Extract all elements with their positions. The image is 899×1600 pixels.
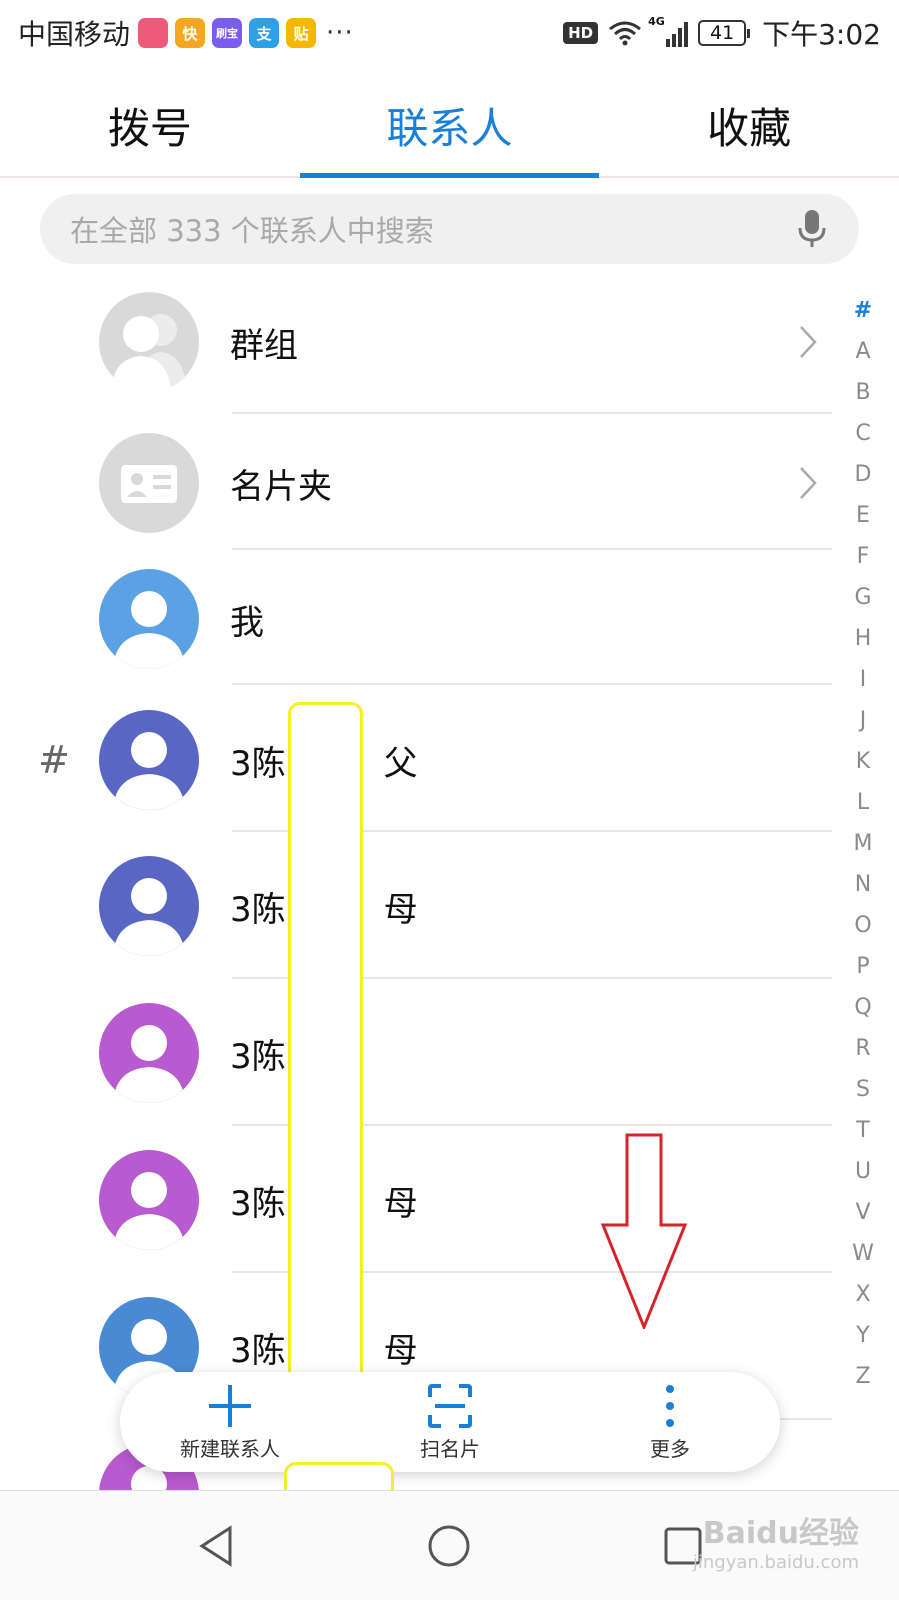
app-icon-1 [138,18,169,48]
index-letter[interactable]: P [856,946,869,987]
scan-card-label: 扫名片 [420,1436,480,1461]
index-letter[interactable]: K [856,741,870,782]
contact-name-prefix: 3陈 [230,1036,286,1077]
battery-icon: 41 [698,20,751,46]
status-bar: 中国移动 快 刷宝 支 贴 ··· HD 4G 41 下午3:02 [0,0,899,66]
plus-icon [209,1384,251,1427]
index-letter[interactable]: H [855,618,872,659]
notification-icons: 快 刷宝 支 贴 [138,18,317,48]
list-item-me[interactable]: 我 [0,549,830,689]
watermark: Baidu经验 [702,1516,859,1551]
section-header: # [38,738,70,782]
index-letter[interactable]: A [855,331,870,372]
index-letter[interactable]: O [854,905,871,946]
index-letter[interactable]: Y [856,1315,869,1356]
wifi-icon [609,21,642,46]
index-letter[interactable]: M [854,823,873,864]
more-label: 更多 [650,1436,690,1461]
index-letter[interactable]: V [855,1192,870,1233]
index-letter[interactable]: I [860,659,867,700]
index-letter[interactable]: Z [855,1356,870,1397]
index-letter[interactable]: U [855,1151,871,1192]
index-letter[interactable]: L [857,782,869,823]
bottom-toolbar: 新建联系人 扫名片 更多 [120,1372,780,1472]
app-icon-5: 贴 [286,18,317,48]
red-arrow-annotation [601,1133,687,1329]
contact-name-suffix: 父 [383,743,418,784]
contact-row[interactable]: 3陈 母 [0,833,830,979]
contact-row[interactable]: 3陈 [0,980,830,1126]
person-icon [99,1150,199,1250]
search-bar[interactable]: 在全部 333 个联系人中搜索 [40,194,859,264]
status-indicators: HD 4G 41 下午3:02 [563,13,881,53]
list-item-label: 群组 [230,325,298,366]
person-icon [99,1003,199,1103]
network-type: 4G [648,15,665,28]
chevron-right-icon [800,326,817,358]
tab-dialer[interactable]: 拨号 [0,74,300,176]
index-letter[interactable]: J [860,700,867,741]
chevron-right-icon [800,467,817,499]
contact-name: 我 [230,602,264,643]
new-contact-button[interactable]: 新建联系人 [120,1372,340,1472]
list-item-groups[interactable]: 群组 [0,272,830,412]
more-notifications-icon: ··· [326,18,354,48]
index-letter[interactable]: # [854,290,872,331]
index-letter[interactable]: F [857,536,870,577]
tab-bar: 拨号 联系人 收藏 [0,74,899,178]
index-letter[interactable]: X [855,1274,870,1315]
more-button[interactable]: 更多 [560,1372,780,1472]
carrier-name: 中国移动 [18,18,131,51]
index-letter[interactable]: Q [854,987,871,1028]
person-icon [99,569,199,669]
index-letter[interactable]: T [856,1110,869,1151]
index-letter[interactable]: R [855,1028,870,1069]
index-letter[interactable]: N [855,864,871,905]
contact-name-prefix: 3陈 [230,889,286,930]
index-letter[interactable]: G [854,577,871,618]
person-icon [99,710,199,810]
alphabet-index[interactable]: # A B C D E F G H I J K L M N O P Q R S T U V W X Y Z [849,290,877,1397]
index-letter[interactable]: D [855,454,872,495]
contact-name-suffix: 母 [383,1330,418,1371]
app-icon-2: 快 [175,18,206,48]
redaction-highlight [288,702,363,1402]
index-letter[interactable]: B [855,372,870,413]
new-contact-label: 新建联系人 [180,1436,280,1461]
index-letter[interactable]: S [856,1069,870,1110]
contact-row[interactable]: 3陈 母 [0,1127,830,1273]
list-item-business-cards[interactable]: 名片夹 [0,413,830,553]
person-icon [99,856,199,956]
tab-favorites[interactable]: 收藏 [599,74,899,176]
contact-name-prefix: 3陈 [230,743,286,784]
contact-name-suffix: 母 [383,889,418,930]
home-icon[interactable] [427,1524,471,1568]
hd-badge: HD [563,22,599,44]
divider [232,683,832,685]
scan-icon [428,1383,472,1428]
contact-name-suffix: 母 [383,1183,418,1224]
app-icon-3: 刷宝 [212,18,243,48]
clock: 下午3:02 [762,18,881,51]
contact-name-prefix: 3陈 [230,1330,286,1371]
search-input[interactable]: 在全部 333 个联系人中搜索 [70,208,795,250]
index-letter[interactable]: C [855,413,870,454]
back-icon[interactable] [196,1524,236,1568]
contact-name-prefix: 3陈 [230,1183,286,1224]
index-letter[interactable]: W [852,1233,874,1274]
tab-contacts[interactable]: 联系人 [299,74,600,178]
list-item-label: 名片夹 [230,466,332,507]
business-card-icon [99,433,199,533]
mic-icon[interactable] [795,207,829,251]
watermark-url: jingyan.baidu.com [692,1552,859,1573]
app-icon-4: 支 [249,18,280,48]
scan-card-button[interactable]: 扫名片 [340,1372,560,1472]
index-letter[interactable]: E [856,495,870,536]
contact-row[interactable]: # 3陈 父 [0,687,830,833]
more-vertical-icon [666,1384,674,1427]
group-icon [99,292,199,392]
signal-icon: 4G [648,15,689,47]
